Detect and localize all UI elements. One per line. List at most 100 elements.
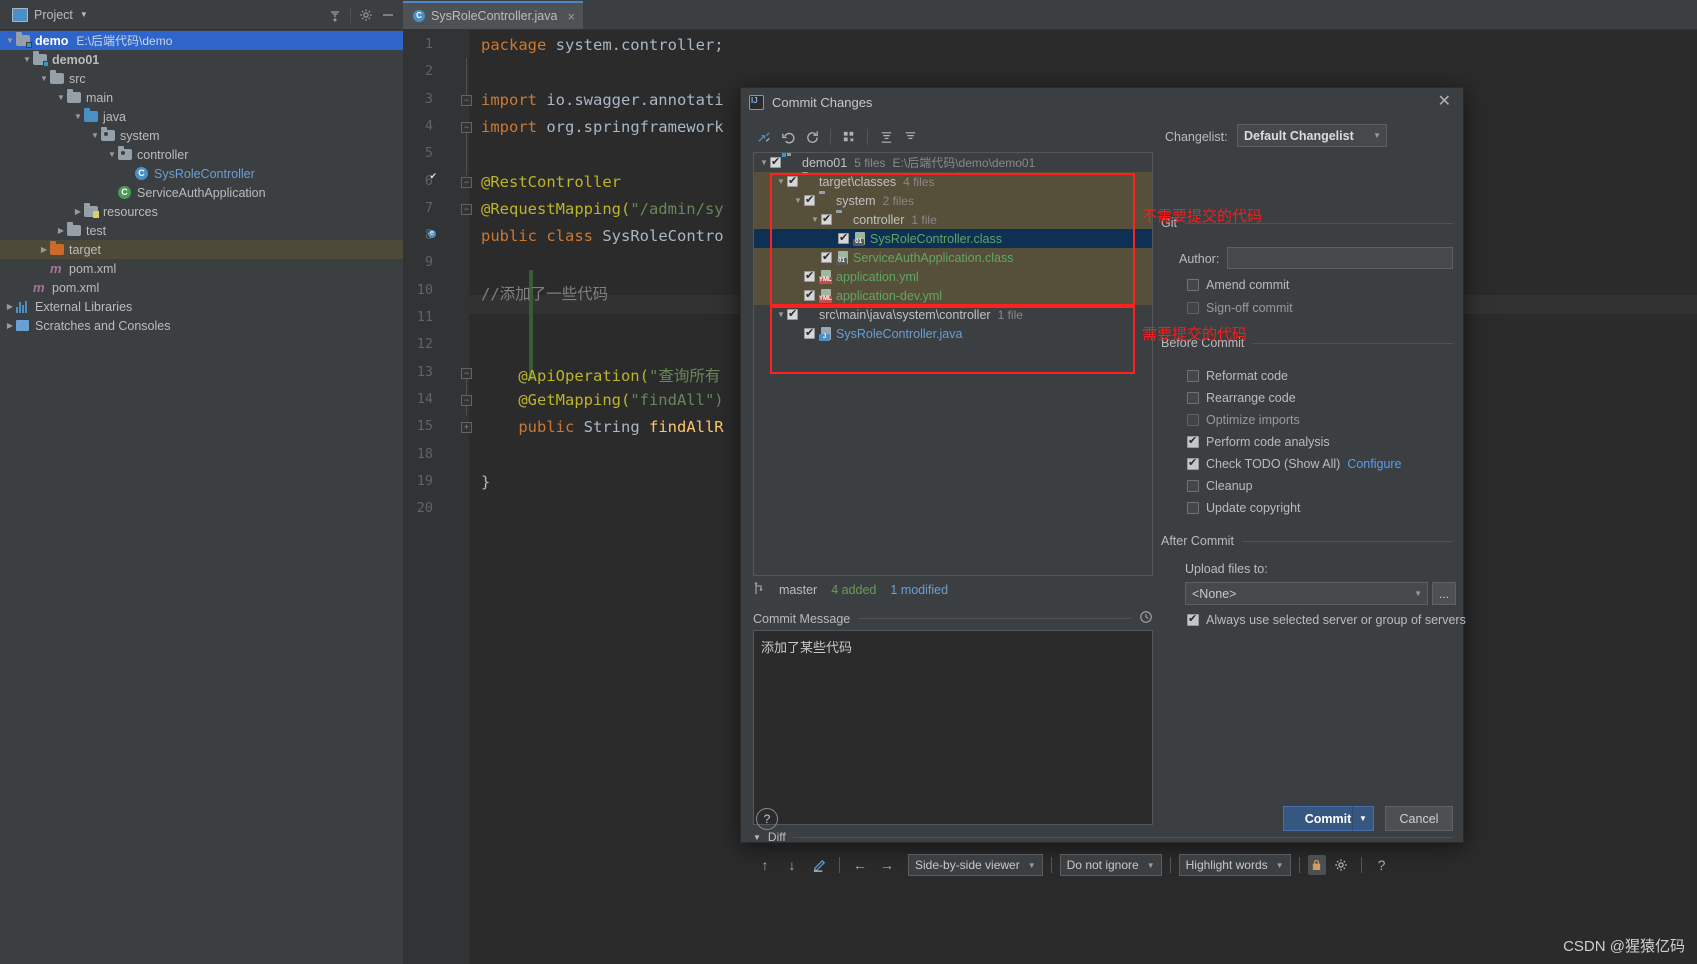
always-use-server-checkbox[interactable]: Always use selected server or group of s…: [1187, 612, 1466, 627]
project-tree-item[interactable]: ▼ system: [0, 126, 403, 145]
chevron-right-icon[interactable]: ▶: [4, 302, 16, 311]
project-tree-item[interactable]: ▸CSysRoleController: [0, 164, 403, 183]
diff-highlight-combo[interactable]: Highlight words ▼: [1178, 854, 1291, 876]
accept-right-icon[interactable]: →: [875, 854, 899, 876]
chevron-right-icon[interactable]: ▶: [55, 226, 67, 235]
file-checkbox[interactable]: [821, 250, 832, 263]
commit-file-tree-row[interactable]: ▼ src\main\java\system\controller 1 file: [754, 305, 1152, 324]
commit-file-tree-row[interactable]: ▸ 01SysRoleController.class: [754, 229, 1152, 248]
project-tree-item[interactable]: ▼ controller: [0, 145, 403, 164]
cancel-button[interactable]: Cancel: [1385, 806, 1453, 831]
show-diff-icon[interactable]: [753, 126, 775, 148]
help-icon[interactable]: ?: [1370, 854, 1394, 876]
chevron-down-icon[interactable]: ▼: [21, 55, 33, 64]
project-tree-item[interactable]: ▶ Scratches and Consoles: [0, 316, 403, 335]
before-commit-option[interactable]: Optimize imports: [1187, 409, 1467, 431]
diff-section-header[interactable]: ▼ Diff: [753, 830, 1453, 844]
file-checkbox[interactable]: [770, 155, 781, 168]
expand-all-icon[interactable]: [875, 126, 897, 148]
commit-file-tree-row[interactable]: ▸ 01ServiceAuthApplication.class: [754, 248, 1152, 267]
project-tree-item[interactable]: ▼ demo E:\后端代码\demo: [0, 31, 403, 50]
commit-file-tree[interactable]: ▼ demo01 5 files E:\后端代码\demo\demo01 ▼ target…: [753, 152, 1153, 576]
project-tree-item[interactable]: ▶ External Libraries: [0, 297, 403, 316]
fold-collapse-icon[interactable]: −: [461, 367, 472, 379]
fold-collapse-icon[interactable]: −: [461, 121, 472, 133]
chevron-down-icon[interactable]: ▼: [38, 74, 50, 83]
tab-sysrolecontroller-java[interactable]: C SysRoleController.java ×: [403, 1, 584, 29]
close-icon[interactable]: ✕: [1432, 94, 1457, 110]
commit-message-input[interactable]: 添加了某些代码: [753, 630, 1153, 825]
commit-dropdown-button[interactable]: ▼: [1352, 806, 1374, 831]
chevron-down-icon[interactable]: ▼: [89, 131, 101, 140]
chevron-down-icon[interactable]: ▼: [80, 10, 88, 19]
chevron-right-icon[interactable]: ▶: [38, 245, 50, 254]
project-tree-item[interactable]: ▶ test: [0, 221, 403, 240]
project-tree-item[interactable]: ▶ target: [0, 240, 403, 259]
chevron-down-icon[interactable]: ▼: [72, 112, 84, 121]
fold-collapse-icon[interactable]: −: [461, 203, 472, 215]
project-tree-item[interactable]: ▼ main: [0, 88, 403, 107]
project-tree-item[interactable]: ▼ java: [0, 107, 403, 126]
commit-file-tree-row[interactable]: ▼ demo01 5 files E:\后端代码\demo\demo01: [754, 153, 1152, 172]
file-checkbox[interactable]: [787, 307, 798, 320]
changelist-combo[interactable]: Default Changelist ▼: [1237, 124, 1387, 147]
file-checkbox[interactable]: [821, 212, 832, 225]
next-diff-icon[interactable]: ↓: [780, 854, 804, 876]
fold-expand-icon[interactable]: +: [461, 422, 472, 434]
project-tree-item[interactable]: ▼ demo01: [0, 50, 403, 69]
chevron-down-icon[interactable]: ▼: [809, 215, 821, 224]
file-checkbox[interactable]: [787, 174, 798, 187]
configure-link[interactable]: Configure: [1347, 457, 1401, 471]
file-checkbox[interactable]: [804, 288, 815, 301]
before-commit-option[interactable]: Perform code analysis: [1187, 431, 1467, 453]
file-checkbox[interactable]: [804, 269, 815, 282]
project-tree-item[interactable]: ▸CServiceAuthApplication: [0, 183, 403, 202]
run-gutter-icon[interactable]: [436, 174, 453, 191]
refresh-icon[interactable]: [801, 126, 823, 148]
project-tree-item[interactable]: ▼ src: [0, 69, 403, 88]
before-commit-option[interactable]: Rearrange code: [1187, 387, 1467, 409]
file-checkbox[interactable]: [804, 193, 815, 206]
dialog-help-button[interactable]: ?: [756, 808, 778, 830]
commit-file-tree-row[interactable]: ▸ YMLapplication-dev.yml: [754, 286, 1152, 305]
commit-file-tree-row[interactable]: ▼ controller 1 file: [754, 210, 1152, 229]
before-commit-option[interactable]: Reformat code: [1187, 365, 1467, 387]
commit-file-tree-row[interactable]: ▸ JSysRoleController.java: [754, 324, 1152, 343]
before-commit-option[interactable]: Update copyright: [1187, 497, 1467, 519]
commit-file-tree-row[interactable]: ▸ YMLapplication.yml: [754, 267, 1152, 286]
chevron-right-icon[interactable]: ▶: [4, 321, 16, 330]
commit-file-tree-row[interactable]: ▼ target\classes 4 files: [754, 172, 1152, 191]
fold-collapse-icon[interactable]: −: [461, 94, 472, 106]
chevron-down-icon[interactable]: ▼: [55, 93, 67, 102]
lock-icon[interactable]: [1307, 855, 1326, 875]
hide-panel-icon[interactable]: [377, 4, 399, 26]
accept-left-icon[interactable]: ←: [848, 854, 872, 876]
before-commit-option[interactable]: Check TODO (Show All) Configure: [1187, 453, 1467, 475]
fold-collapse-icon[interactable]: −: [461, 394, 472, 406]
project-tree-item[interactable]: ▸m pom.xml: [0, 259, 403, 278]
history-clock-icon[interactable]: [1139, 610, 1153, 627]
chevron-down-icon[interactable]: ▼: [775, 177, 787, 186]
diff-ignore-combo[interactable]: Do not ignore ▼: [1059, 854, 1162, 876]
chevron-down-icon[interactable]: ▼: [758, 158, 770, 167]
chevron-down-icon[interactable]: ▼: [106, 150, 118, 159]
group-by-icon[interactable]: [838, 126, 860, 148]
chevron-down-icon[interactable]: ▼: [775, 310, 787, 319]
collapse-all-icon[interactable]: [899, 126, 921, 148]
project-tree-item[interactable]: ▸m pom.xml: [0, 278, 403, 297]
collapse-all-icon[interactable]: [324, 4, 346, 26]
revert-icon[interactable]: [777, 126, 799, 148]
file-checkbox[interactable]: [838, 231, 849, 244]
chevron-right-icon[interactable]: ▶: [72, 207, 84, 216]
prev-diff-icon[interactable]: ↑: [753, 854, 777, 876]
author-input[interactable]: [1227, 247, 1453, 269]
project-tree-item[interactable]: ▶ resources: [0, 202, 403, 221]
amend-commit-checkbox[interactable]: Amend commit: [1187, 278, 1289, 292]
browse-server-button[interactable]: ...: [1432, 582, 1456, 605]
fold-collapse-icon[interactable]: −: [461, 176, 472, 188]
gear-icon[interactable]: [1329, 854, 1353, 876]
close-icon[interactable]: ×: [567, 9, 575, 24]
file-checkbox[interactable]: [804, 326, 815, 339]
sign-off-commit-checkbox[interactable]: Sign-off commit: [1187, 301, 1293, 315]
diff-viewer-mode-combo[interactable]: Side-by-side viewer ▼: [908, 854, 1043, 876]
